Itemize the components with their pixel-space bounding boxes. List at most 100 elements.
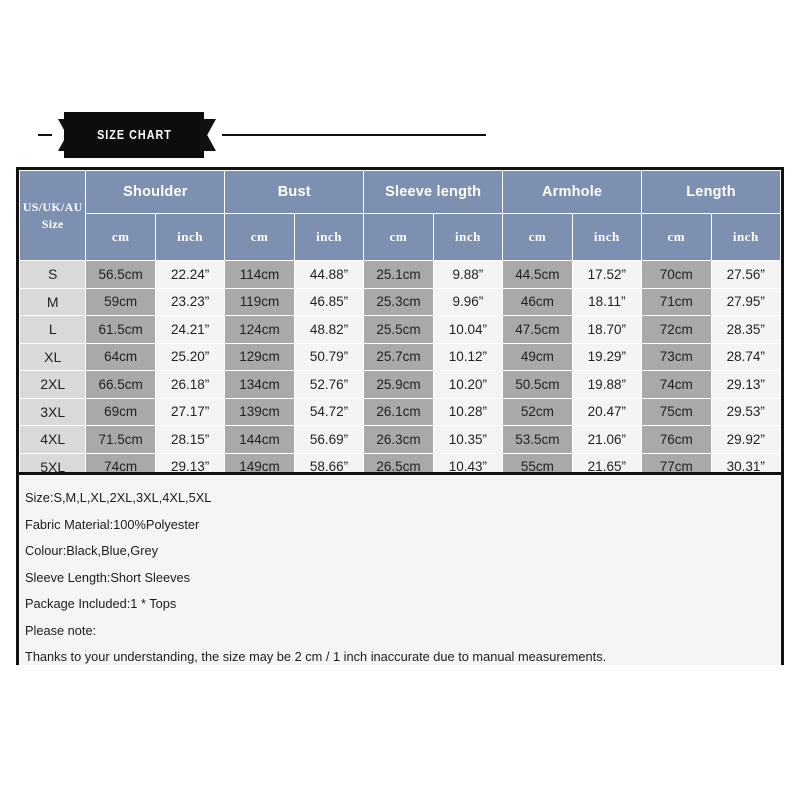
table-body: S 56.5cm 22.24” 114cm 44.88” 25.1cm 9.88” 44.5c… bbox=[18, 260, 781, 481]
table-row: XL 64cm 25.20” 129cm 50.79” 25.7cm 10.12” 49cm 1… bbox=[18, 342, 781, 371]
cell-cm: 74cm bbox=[641, 370, 712, 399]
header-unit-shoulder-cm: cm bbox=[85, 213, 156, 261]
cell-inch: 10.35” bbox=[432, 425, 504, 454]
cell-cm: 70cm bbox=[641, 260, 712, 289]
cell-cm: 56.5cm bbox=[85, 260, 156, 289]
cell-cm: 59cm bbox=[85, 287, 156, 316]
cell-cm: 26.1cm bbox=[363, 397, 434, 426]
banner-left-dash bbox=[38, 134, 52, 136]
header-unit-armhole-inch: inch bbox=[571, 213, 643, 261]
cell-cm: 25.3cm bbox=[363, 287, 434, 316]
cell-cm: 50.5cm bbox=[502, 370, 573, 399]
header-unit-sleeve-inch: inch bbox=[432, 213, 504, 261]
cell-cm: 124cm bbox=[224, 315, 295, 344]
note-line: Please note: bbox=[25, 622, 97, 638]
table-row: 3XL 69cm 27.17” 139cm 54.72” 26.1cm 10.28” 52cm… bbox=[18, 397, 781, 426]
note-line: Colour:Black,Blue,Grey bbox=[25, 543, 158, 558]
cell-cm: 44.5cm bbox=[502, 260, 573, 289]
cell-size: S bbox=[18, 260, 87, 289]
table-row: 2XL 66.5cm 26.18” 134cm 52.76” 25.9cm 10.20” 50… bbox=[18, 370, 781, 399]
cell-cm: 69cm bbox=[85, 397, 156, 426]
banner-rule bbox=[222, 134, 486, 136]
page-title: SIZE CHART bbox=[96, 128, 172, 142]
banner-ribbon: SIZE CHART bbox=[64, 112, 204, 158]
cell-cm: 26.3cm bbox=[363, 425, 434, 454]
header-unit-armhole-cm: cm bbox=[502, 213, 573, 261]
table-row: L 61.5cm 24.21” 124cm 48.82” 25.5cm 10.04” 47.5… bbox=[18, 315, 781, 344]
cell-size: L bbox=[18, 315, 87, 344]
header-group-bust: Bust bbox=[224, 170, 365, 214]
cell-cm: 75cm bbox=[641, 397, 712, 426]
cell-inch: 56.69” bbox=[293, 425, 365, 454]
cell-cm: 66.5cm bbox=[85, 370, 156, 399]
ribbon-tail-right-icon bbox=[200, 119, 216, 151]
header-group-shoulder: Shoulder bbox=[85, 170, 226, 214]
header-unit-sleeve-cm: cm bbox=[363, 213, 434, 261]
note-line: Sleeve Length:Short Sleeves bbox=[25, 569, 191, 585]
cell-inch: 23.23” bbox=[154, 287, 226, 316]
cell-inch: 28.15” bbox=[154, 425, 226, 454]
cell-cm: 73cm bbox=[641, 342, 712, 371]
size-chart-table: US/UK/AU Size Shoulder Bust Sleeve lengt… bbox=[18, 170, 781, 481]
table-row: S 56.5cm 22.24” 114cm 44.88” 25.1cm 9.88” 44.5c… bbox=[18, 260, 781, 289]
cell-inch: 48.82” bbox=[293, 315, 365, 344]
cell-inch: 52.76” bbox=[293, 370, 365, 399]
cell-inch: 27.95” bbox=[710, 287, 781, 316]
cell-inch: 27.17” bbox=[154, 397, 226, 426]
table-row: M 59cm 23.23” 119cm 46.85” 25.3cm 9.96” 46cm 18.… bbox=[18, 287, 781, 316]
header-group-armhole: Armhole bbox=[502, 170, 643, 214]
cell-inch: 24.21” bbox=[154, 315, 226, 344]
cell-size: 4XL bbox=[18, 425, 87, 454]
note-line: Fabric Material:100%Polyester bbox=[25, 516, 200, 532]
header-size-line-2: Size bbox=[41, 216, 64, 231]
cell-inch: 20.47” bbox=[571, 397, 643, 426]
cell-cm: 25.1cm bbox=[363, 260, 434, 289]
cell-inch: 10.20” bbox=[432, 370, 504, 399]
header-group-sleeve-length: Sleeve length bbox=[363, 170, 504, 214]
cell-inch: 19.88” bbox=[571, 370, 643, 399]
cell-cm: 25.5cm bbox=[363, 315, 434, 344]
product-notes: Size:S,M,L,XL,2XL,3XL,4XL,5XL Fabric Mate… bbox=[19, 472, 781, 665]
cell-cm: 76cm bbox=[641, 425, 712, 454]
cell-size: 3XL bbox=[18, 397, 87, 426]
cell-cm: 52cm bbox=[502, 397, 573, 426]
cell-inch: 46.85” bbox=[293, 287, 365, 316]
banner: SIZE CHART bbox=[0, 112, 800, 160]
cell-cm: 25.9cm bbox=[363, 370, 434, 399]
note-line: Size:S,M,L,XL,2XL,3XL,4XL,5XL bbox=[25, 490, 212, 505]
unit-header-row: cm inch cm inch cm inch cm inch cm inch bbox=[20, 213, 781, 261]
cell-inch: 10.28” bbox=[432, 397, 504, 426]
cell-cm: 144cm bbox=[224, 425, 295, 454]
cell-inch: 25.20” bbox=[154, 342, 226, 371]
cell-inch: 10.12” bbox=[432, 342, 504, 371]
cell-inch: 50.79” bbox=[293, 342, 365, 371]
cell-inch: 18.70” bbox=[571, 315, 643, 344]
cell-cm: 72cm bbox=[641, 315, 712, 344]
group-header-row: US/UK/AU Size Shoulder Bust Sleeve lengt… bbox=[18, 170, 781, 261]
cell-inch: 17.52” bbox=[571, 260, 643, 289]
cell-inch: 29.53” bbox=[710, 397, 781, 426]
cell-inch: 19.29” bbox=[571, 342, 643, 371]
cell-inch: 22.24” bbox=[154, 260, 226, 289]
header-unit-length-inch: inch bbox=[710, 213, 781, 261]
cell-inch: 54.72” bbox=[293, 397, 365, 426]
cell-cm: 119cm bbox=[224, 287, 295, 316]
table-header: US/UK/AU Size Shoulder Bust Sleeve lengt… bbox=[18, 170, 781, 261]
note-line: Package Included:1 * Tops bbox=[25, 596, 177, 611]
cell-cm: 114cm bbox=[224, 260, 295, 289]
cell-cm: 71cm bbox=[641, 287, 712, 316]
cell-inch: 28.35” bbox=[710, 315, 781, 344]
cell-cm: 46cm bbox=[502, 287, 573, 316]
cell-inch: 27.56” bbox=[710, 260, 781, 289]
cell-inch: 18.11” bbox=[571, 287, 643, 316]
header-unit-bust-cm: cm bbox=[224, 213, 295, 261]
cell-cm: 134cm bbox=[224, 370, 295, 399]
cell-size: 2XL bbox=[18, 370, 87, 399]
cell-inch: 28.74” bbox=[710, 342, 781, 371]
cell-inch: 10.04” bbox=[432, 315, 504, 344]
cell-cm: 139cm bbox=[224, 397, 295, 426]
cell-cm: 53.5cm bbox=[502, 425, 573, 454]
size-chart-container: US/UK/AU Size Shoulder Bust Sleeve lengt… bbox=[16, 167, 784, 665]
header-unit-shoulder-inch: inch bbox=[154, 213, 226, 261]
cell-inch: 9.88” bbox=[432, 260, 504, 289]
